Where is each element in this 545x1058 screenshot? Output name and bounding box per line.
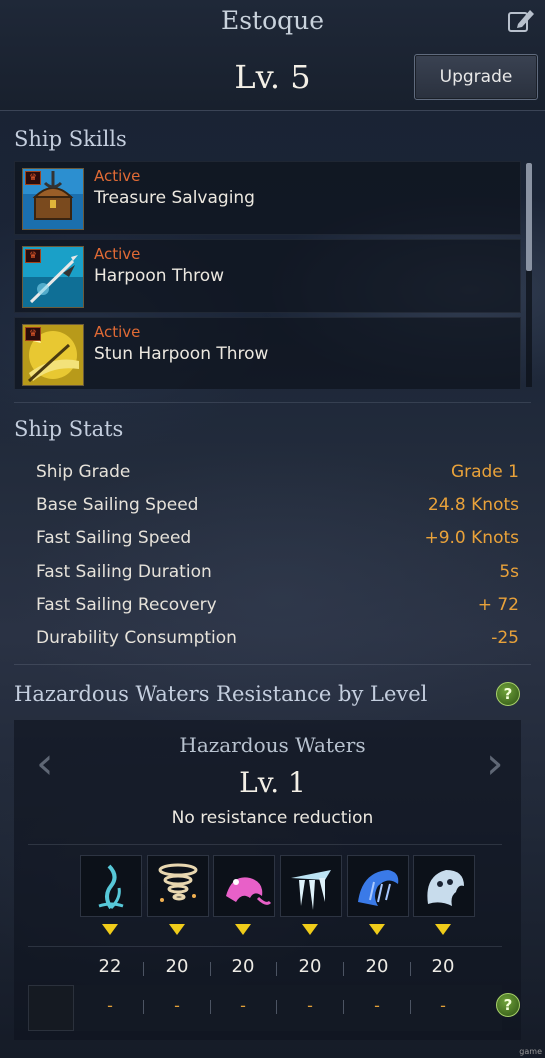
crown-badge-icon: ♛ <box>25 249 41 263</box>
stat-label: Fast Sailing Recovery <box>36 595 217 615</box>
resistance-reduction: - <box>107 996 113 1015</box>
resistance-value: 20 <box>365 956 389 977</box>
skill-name: Harpoon Throw <box>94 266 225 286</box>
separator <box>410 1000 411 1014</box>
treasure-chest-icon: ♛ <box>22 168 84 230</box>
crown-badge-icon: ♛ <box>25 327 41 341</box>
stat-value: Grade 1 <box>450 462 519 482</box>
ghost-icon[interactable] <box>413 855 475 917</box>
resistance-value: 20 <box>298 956 322 977</box>
skill-item-stun-harpoon-throw[interactable]: ♛ Active Stun Harpoon Throw <box>14 317 521 389</box>
skill-status: Active <box>94 167 141 185</box>
crown-badge-icon: ♛ <box>25 171 41 185</box>
stat-value: + 72 <box>477 595 519 615</box>
stat-label: Durability Consumption <box>36 628 237 648</box>
ship-name: Estoque <box>220 6 325 35</box>
skill-name: Stun Harpoon Throw <box>94 344 269 364</box>
indicator-arrow-icon <box>235 924 251 935</box>
separator <box>343 1000 344 1014</box>
sea-creature-icon[interactable] <box>213 855 275 917</box>
hazardous-level: Lv. 1 <box>239 766 306 799</box>
storm-wave-icon[interactable] <box>347 855 409 917</box>
skill-item-treasure-salvaging[interactable]: ♛ Active Treasure Salvaging <box>14 161 521 235</box>
separator <box>210 962 211 976</box>
separator <box>343 962 344 976</box>
divider <box>14 402 531 403</box>
skill-name: Treasure Salvaging <box>94 188 255 208</box>
separator <box>276 1000 277 1014</box>
hazardous-description: No resistance reduction <box>171 808 374 828</box>
separator <box>210 1000 211 1014</box>
ship-info-panel: Estoque Lv. 5 Upgrade Ship Skills ♛ Acti… <box>0 0 545 1058</box>
indicator-arrow-icon <box>435 924 451 935</box>
help-icon[interactable]: ? <box>496 993 520 1017</box>
separator <box>143 1000 144 1014</box>
ice-shards-icon[interactable] <box>280 855 342 917</box>
upgrade-button[interactable]: Upgrade <box>414 54 538 100</box>
indicator-arrow-icon <box>102 924 118 935</box>
separator <box>410 962 411 976</box>
divider <box>28 946 502 947</box>
divider <box>14 664 531 665</box>
stat-label: Fast Sailing Duration <box>36 562 212 582</box>
seaweed-icon[interactable] <box>80 855 142 917</box>
separator <box>276 962 277 976</box>
ship-slot[interactable] <box>28 985 74 1031</box>
resistance-reduction: - <box>174 996 180 1015</box>
harpoon-icon: ♛ <box>22 246 84 308</box>
hazardous-title: Hazardous Waters Resistance by Level <box>14 682 428 706</box>
resistance-reduction: - <box>307 996 313 1015</box>
resistance-value: 20 <box>231 956 255 977</box>
stat-value: 24.8 Knots <box>427 495 519 515</box>
stat-label: Fast Sailing Speed <box>36 528 192 548</box>
skill-status: Active <box>94 323 141 341</box>
resistance-value: 22 <box>98 956 122 977</box>
resistance-value: 20 <box>165 956 189 977</box>
indicator-arrow-icon <box>302 924 318 935</box>
stun-harpoon-icon: ♛ <box>22 324 84 386</box>
resistance-reduction: - <box>240 996 246 1015</box>
skill-status: Active <box>94 245 141 263</box>
resistance-reduction: - <box>374 996 380 1015</box>
indicator-arrow-icon <box>169 924 185 935</box>
ship-skills-title: Ship Skills <box>14 127 127 151</box>
watermark: game <box>519 1047 542 1056</box>
skill-item-harpoon-throw[interactable]: ♛ Active Harpoon Throw <box>14 239 521 313</box>
help-icon[interactable]: ? <box>496 682 520 706</box>
edit-icon[interactable] <box>506 6 536 36</box>
stat-label: Base Sailing Speed <box>36 495 199 515</box>
stat-label: Ship Grade <box>36 462 131 482</box>
ship-skills-list[interactable]: ♛ Active Treasure Salvaging ♛ Active Har… <box>14 160 521 389</box>
stat-value: +9.0 Knots <box>424 528 519 548</box>
indicator-arrow-icon <box>369 924 385 935</box>
hazardous-subtitle: Hazardous Waters <box>179 733 366 757</box>
resistance-reduction: - <box>440 996 446 1015</box>
stat-value: -25 <box>491 628 519 648</box>
stat-value: 5s <box>499 562 519 582</box>
skills-scroll-thumb[interactable] <box>526 163 532 271</box>
ship-stats-title: Ship Stats <box>14 417 124 441</box>
divider <box>28 844 502 845</box>
separator <box>143 962 144 976</box>
tornado-icon[interactable] <box>147 855 209 917</box>
resistance-value: 20 <box>431 956 455 977</box>
